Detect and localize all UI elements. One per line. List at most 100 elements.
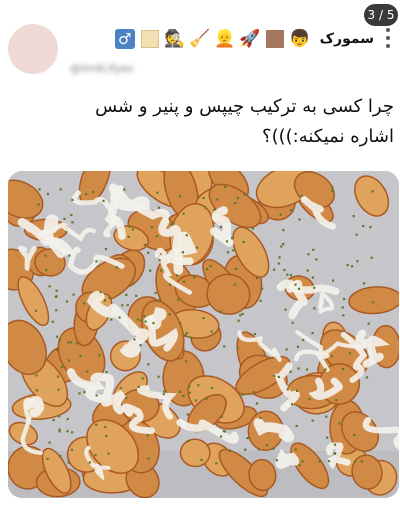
- herb-speck: [298, 218, 301, 221]
- herb-speck: [370, 256, 373, 259]
- herb-speck: [66, 418, 69, 421]
- herb-speck: [182, 280, 186, 283]
- herb-speck: [158, 259, 161, 262]
- herb-speck: [187, 439, 190, 443]
- herb-speck: [68, 254, 71, 257]
- detective-icon: 🕵: [164, 29, 186, 49]
- herb-speck: [123, 188, 126, 191]
- author-handle[interactable]: @im4Lifyes: [70, 62, 134, 75]
- herb-speck: [38, 188, 41, 191]
- herb-speck: [159, 269, 163, 272]
- author-name-row[interactable]: سمورک 👦 🚀 👱 🧹 🕵 ♂: [114, 28, 374, 50]
- herb-speck: [188, 391, 191, 394]
- sauce-drizzle: [275, 448, 300, 469]
- herb-speck: [231, 237, 234, 240]
- herb-speck: [220, 415, 223, 418]
- herb-speck: [277, 262, 280, 265]
- herb-speck: [331, 186, 334, 189]
- herb-speck: [104, 248, 108, 251]
- herb-speck: [289, 208, 292, 212]
- herb-speck: [285, 348, 288, 351]
- herb-speck: [241, 393, 244, 396]
- herb-speck: [68, 359, 71, 362]
- herb-speck: [261, 287, 264, 290]
- herb-speck: [181, 251, 184, 254]
- herb-speck: [265, 444, 269, 447]
- herb-speck: [182, 212, 185, 215]
- herb-speck: [60, 365, 63, 368]
- herb-speck: [257, 448, 260, 451]
- herb-speck: [132, 282, 135, 285]
- herb-speck: [34, 309, 38, 312]
- herb-speck: [312, 248, 315, 251]
- herb-speck: [311, 419, 314, 422]
- herb-speck: [279, 213, 282, 216]
- herb-speck: [209, 264, 212, 268]
- herb-speck: [294, 283, 297, 286]
- herb-speck: [298, 463, 301, 467]
- herb-speck: [348, 352, 352, 355]
- herb-speck: [367, 322, 370, 325]
- herb-speck: [82, 302, 86, 305]
- herb-speck: [255, 402, 259, 405]
- herb-speck: [55, 289, 58, 292]
- herb-speck: [158, 298, 161, 301]
- herb-speck: [277, 375, 280, 378]
- herb-speck: [71, 431, 74, 434]
- herb-speck: [98, 354, 101, 357]
- herb-speck: [107, 452, 110, 455]
- herb-speck: [99, 291, 102, 294]
- herb-speck: [193, 276, 196, 279]
- herb-speck: [155, 235, 159, 238]
- herb-speck: [131, 228, 134, 231]
- herb-speck: [78, 392, 81, 395]
- herb-speck: [351, 265, 354, 268]
- herb-speck: [186, 413, 189, 416]
- herb-speck: [188, 385, 191, 388]
- herb-speck: [202, 317, 205, 320]
- herb-speck: [179, 321, 182, 325]
- herb-speck: [35, 389, 38, 392]
- herb-speck: [335, 398, 338, 402]
- herb-speck: [58, 428, 61, 431]
- herb-speck: [219, 435, 223, 438]
- herb-speck: [211, 386, 214, 389]
- herb-speck: [45, 269, 48, 272]
- tweet-media-image[interactable]: [8, 171, 399, 498]
- herb-speck: [225, 240, 229, 243]
- herb-speck: [215, 462, 218, 465]
- herb-speck: [182, 394, 185, 397]
- herb-speck: [65, 300, 69, 303]
- herb-speck: [185, 360, 188, 363]
- herb-speck: [150, 226, 154, 229]
- herb-speck: [70, 213, 73, 217]
- herb-speck: [241, 312, 244, 316]
- herb-speck: [105, 371, 108, 374]
- herb-speck: [369, 226, 372, 229]
- herb-speck: [308, 397, 311, 401]
- more-options-button[interactable]: [380, 22, 396, 54]
- avatar[interactable]: [8, 24, 58, 74]
- tweet-header: سمورک 👦 🚀 👱 🧹 🕵 ♂ @im4Lifyes: [0, 22, 400, 82]
- herb-speck: [313, 286, 316, 289]
- herb-speck: [200, 458, 203, 462]
- herb-speck: [205, 268, 209, 271]
- herb-speck: [95, 423, 98, 426]
- herb-speck: [338, 422, 341, 425]
- herb-speck: [352, 215, 355, 218]
- herb-speck: [236, 197, 239, 200]
- herb-speck: [283, 268, 286, 271]
- herb-speck: [296, 389, 299, 392]
- herb-speck: [324, 368, 327, 371]
- herb-speck: [156, 191, 159, 194]
- herb-speck: [126, 304, 129, 307]
- herb-speck: [94, 454, 97, 457]
- herb-speck: [365, 376, 369, 379]
- herb-speck: [162, 393, 165, 396]
- herb-speck: [127, 235, 130, 238]
- herb-speck: [362, 225, 365, 228]
- herb-speck: [219, 310, 222, 313]
- author-display-name[interactable]: سمورک: [320, 31, 374, 47]
- herb-speck: [194, 399, 197, 402]
- herb-speck: [219, 226, 222, 229]
